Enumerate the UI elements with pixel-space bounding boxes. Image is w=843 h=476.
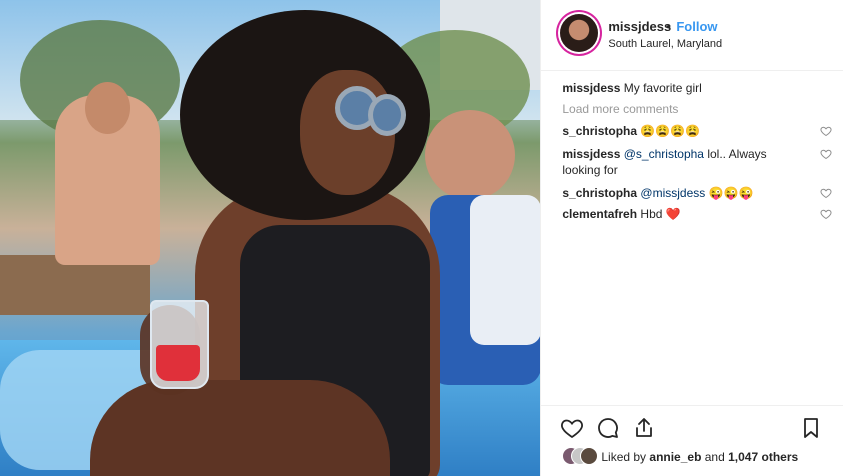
comment-icon[interactable] <box>596 416 620 440</box>
photo-legs <box>90 380 390 476</box>
post-header: missjdess • Follow South Laurel, Marylan… <box>541 0 843 71</box>
heart-outline-icon[interactable] <box>820 187 832 199</box>
comment-username[interactable]: clementafreh <box>562 207 637 221</box>
post-photo[interactable] <box>0 0 541 476</box>
comment-mention[interactable]: @s_christopha <box>624 147 704 161</box>
caption: missjdess My favorite girl <box>562 80 822 96</box>
comment-text: 😜😜😜 <box>705 186 754 200</box>
photo-drink <box>156 345 200 381</box>
likes-prefix: Liked by <box>601 450 650 464</box>
caption-username[interactable]: missjdess <box>562 81 620 95</box>
liker-avatar[interactable] <box>580 447 599 465</box>
photo-person-background <box>425 110 515 200</box>
photo-float <box>470 195 541 345</box>
comment-username[interactable]: s_christopha <box>562 124 637 138</box>
comment-item: s_christopha @missjdess 😜😜😜 <box>562 185 832 201</box>
avatar[interactable] <box>560 14 599 52</box>
heart-outline-icon[interactable] <box>820 208 832 220</box>
comments-list: missjdess My favorite girl Load more com… <box>562 80 832 222</box>
comment-item: missjdess @s_christopha lol.. Always loo… <box>562 146 832 178</box>
comment-username[interactable]: s_christopha <box>562 186 637 200</box>
comment-text: 😩😩😩😩 <box>640 124 701 138</box>
instagram-post: missjdess • Follow South Laurel, Marylan… <box>0 0 843 476</box>
heart-icon[interactable] <box>560 416 584 440</box>
post-actions: Liked by annie_eb and 1,047 others <box>541 405 843 476</box>
comment-item: clementafreh Hbd ❤️ <box>562 206 832 222</box>
heart-outline-icon[interactable] <box>820 148 832 160</box>
header-username[interactable]: missjdess <box>608 19 671 34</box>
share-icon[interactable] <box>632 416 656 440</box>
load-more-comments-button[interactable]: Load more comments <box>562 102 822 116</box>
comment-mention[interactable]: @missjdess <box>640 186 705 200</box>
header-separator: • <box>666 19 671 34</box>
comment-username[interactable]: missjdess <box>562 147 620 161</box>
likes-others-button[interactable]: 1,047 others <box>728 450 798 464</box>
caption-text: My favorite girl <box>623 81 702 95</box>
follow-button[interactable]: Follow <box>676 19 717 34</box>
likes-middle: and <box>701 450 729 464</box>
likes-summary: Liked by annie_eb and 1,047 others <box>601 450 798 464</box>
location-link[interactable]: South Laurel, Maryland <box>608 38 722 50</box>
bookmark-icon[interactable] <box>799 416 823 440</box>
heart-outline-icon[interactable] <box>820 125 832 137</box>
photo-sunglasses <box>368 94 406 136</box>
post-sidebar: missjdess • Follow South Laurel, Marylan… <box>540 0 843 476</box>
comment-item: s_christopha 😩😩😩😩 <box>562 123 832 139</box>
comment-text: Hbd ❤️ <box>640 207 681 221</box>
photo-person-head <box>85 82 130 134</box>
liker-username[interactable]: annie_eb <box>649 450 701 464</box>
